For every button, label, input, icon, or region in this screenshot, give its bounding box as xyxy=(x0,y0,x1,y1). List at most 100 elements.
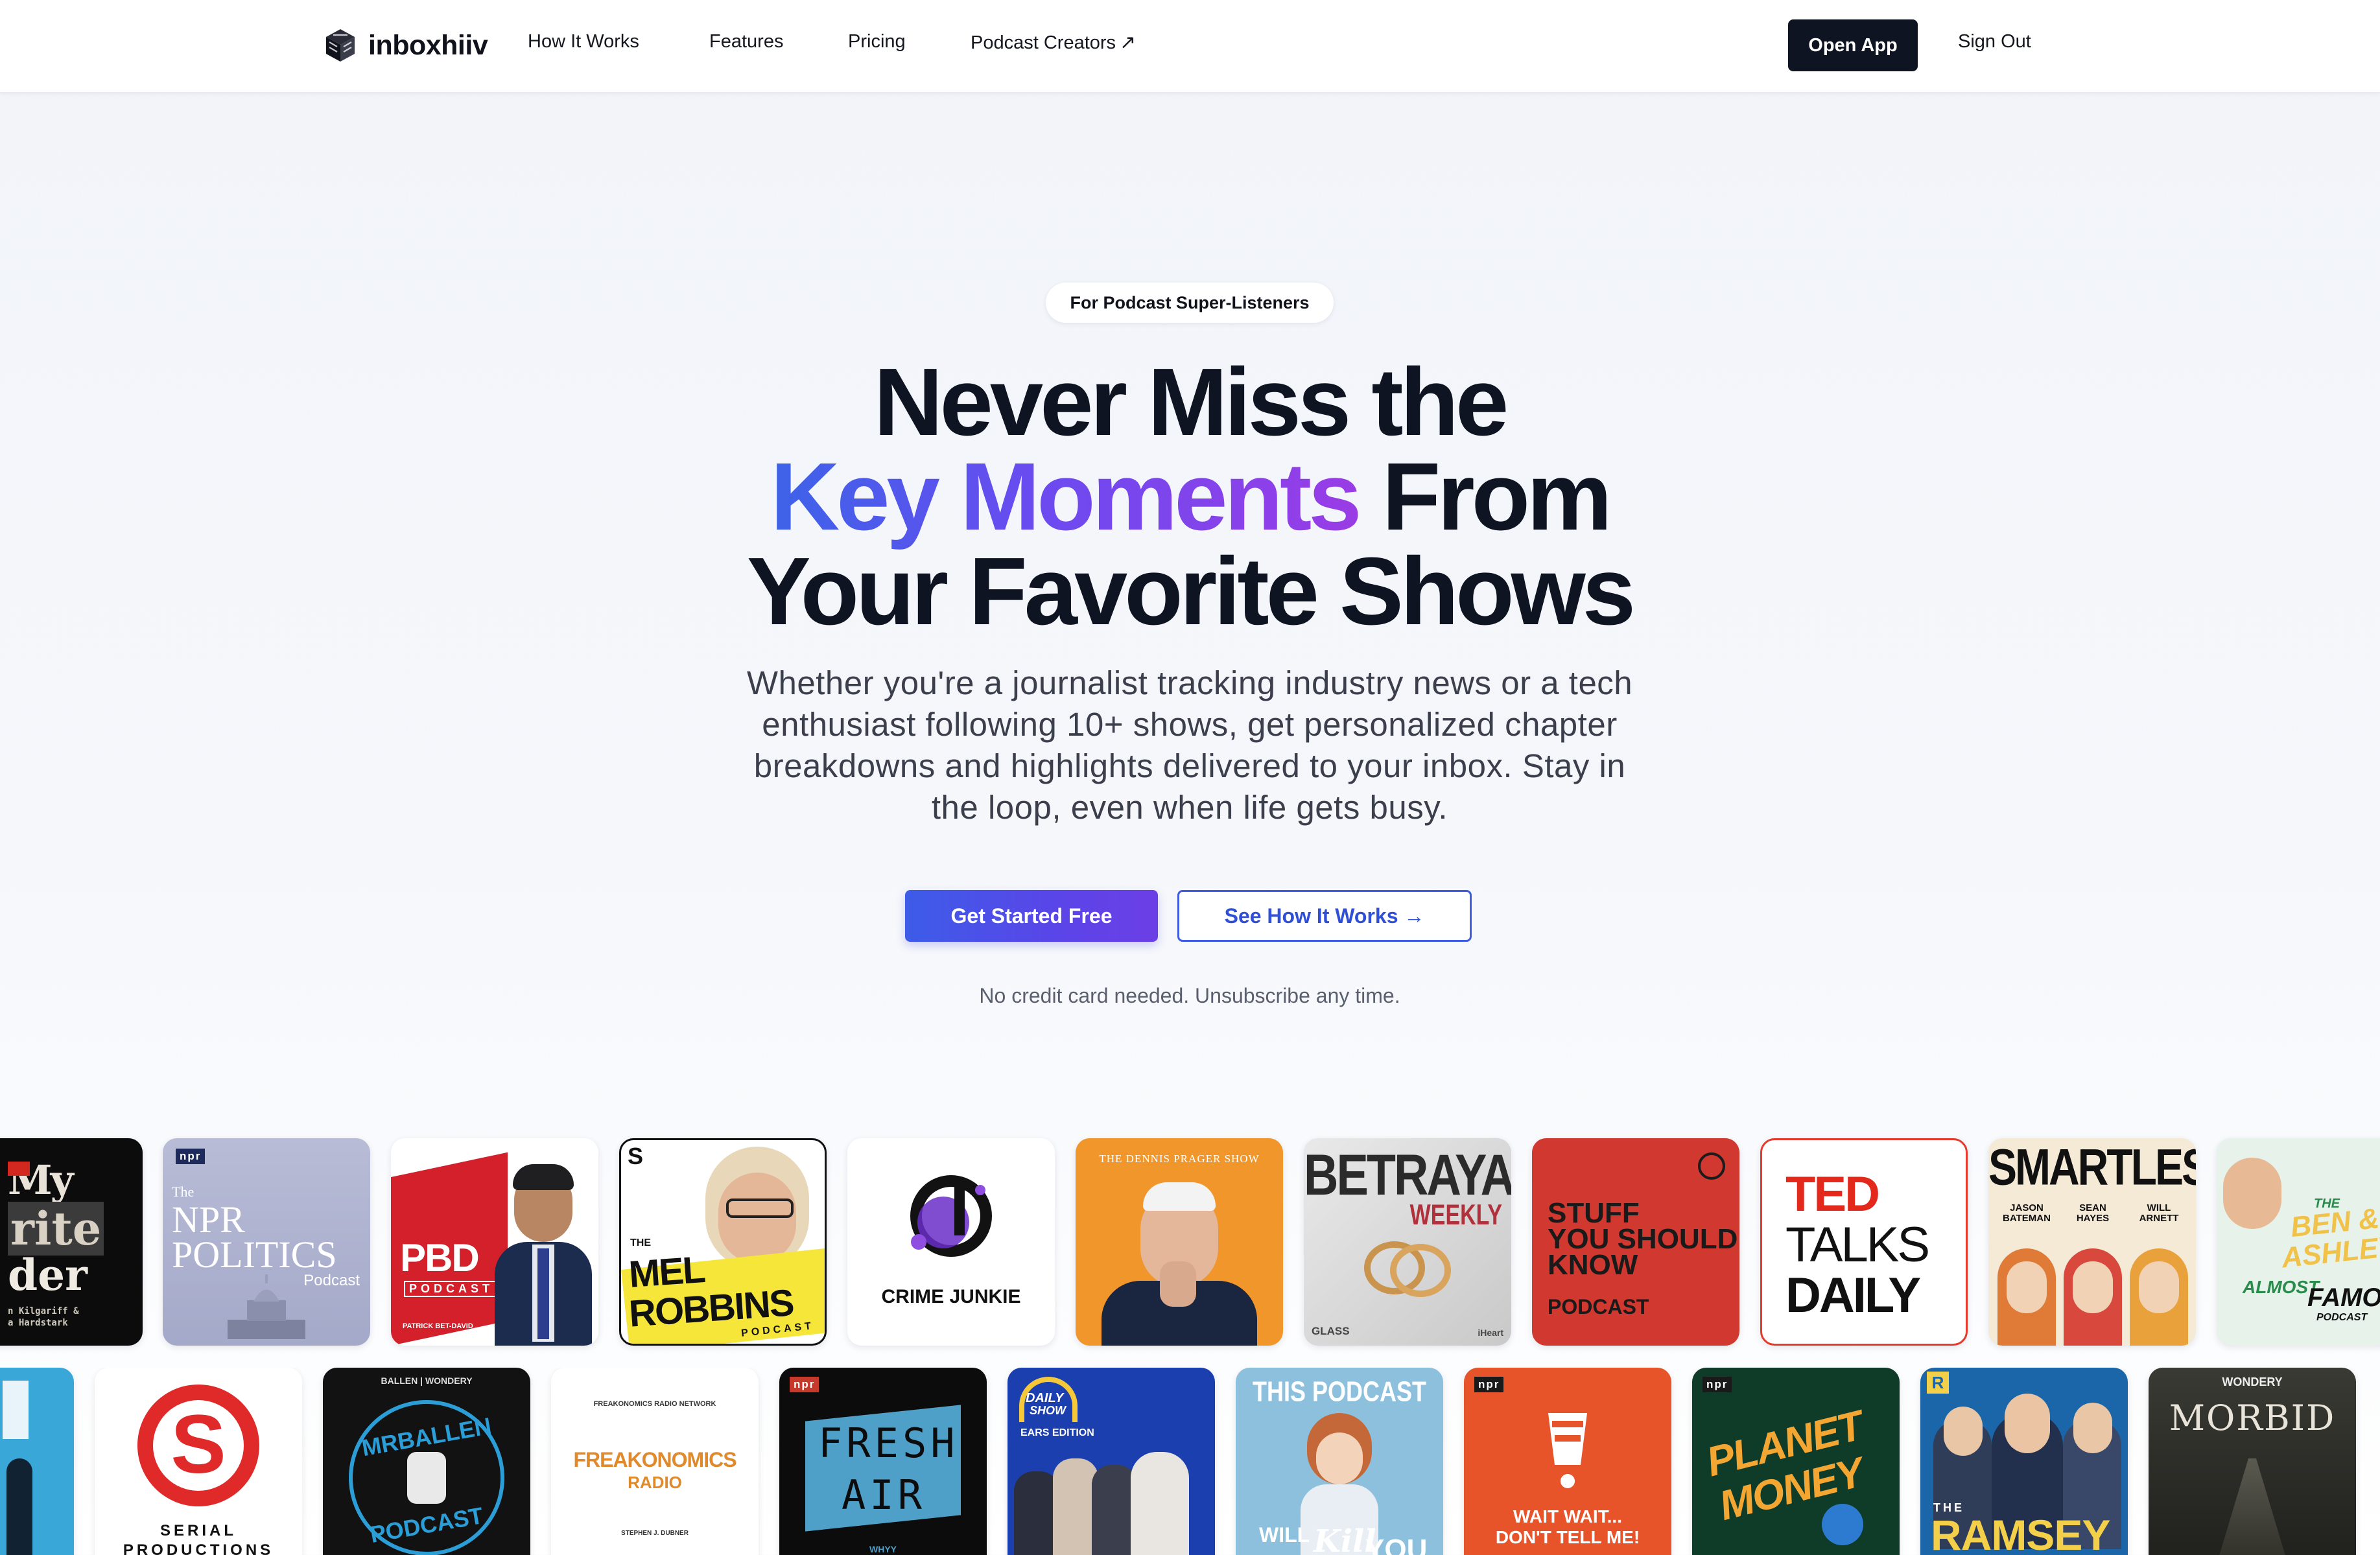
headline-line-1: Never Miss the xyxy=(873,349,1509,456)
podcast-art-smartless-host2: SEAN HAYES xyxy=(2076,1202,2110,1224)
podcast-tile-this-podcast-will-kill-you[interactable]: THIS PODCAST WILL Kill YOU xyxy=(1236,1368,1443,1555)
cup-icon xyxy=(1548,1413,1587,1488)
npr-badge: npr xyxy=(1474,1377,1504,1392)
podcast-art-pbd-sub: PODCAST xyxy=(404,1281,499,1297)
podcast-tile-my-favorite-murder[interactable]: My rite der n Kilgariff & a Hardstark xyxy=(0,1138,143,1346)
podcast-art-ted-line2: TALKS xyxy=(1785,1217,1930,1272)
podcast-art-betrayal-sub: WEEKLY xyxy=(1409,1199,1502,1232)
podcast-tile-ted-talks-daily[interactable]: TED TALKS DAILY xyxy=(1760,1138,1968,1346)
podcast-art-mfm-line3: der xyxy=(8,1250,88,1300)
podcast-art-morbid-top: WONDERY xyxy=(2222,1375,2283,1388)
crime-junkie-logo-icon xyxy=(910,1175,992,1257)
podcast-art-freak-host: STEPHEN J. DUBNER xyxy=(621,1530,689,1537)
partial-art-shape xyxy=(3,1381,29,1439)
see-how-it-works-button[interactable]: See How It Works → xyxy=(1177,890,1472,942)
podcast-tile-npr-politics[interactable]: npr The NPR POLITICS Podcast xyxy=(163,1138,370,1346)
external-link-icon: ↗ xyxy=(1120,32,1137,53)
podcast-carousel-row-2: S SERIAL PRODUCTIONS BALLEN | WONDERY MR… xyxy=(0,1368,2380,1555)
podcast-art-mfm-hosts: n Kilgariff & a Hardstark xyxy=(8,1306,79,1328)
podcast-art-freshair-line1: FRESH xyxy=(818,1420,959,1467)
podcast-art-daily-line2: SHOW xyxy=(1030,1404,1066,1417)
podcast-tile-fresh-air[interactable]: npr FRESH AIR WHYY xyxy=(779,1368,987,1555)
podcast-tile-planet-money[interactable]: npr PLANET MONEY xyxy=(1692,1368,1900,1555)
podcast-art-smartless-title: SMARTLESS xyxy=(1988,1138,2196,1196)
podcast-art-daily-sub: EARS EDITION xyxy=(1020,1427,1094,1438)
get-started-button[interactable]: Get Started Free xyxy=(905,890,1158,942)
podcast-tile-ramsey[interactable]: R THE RAMSEY xyxy=(1920,1368,2128,1555)
podcast-tile-pbd-podcast[interactable]: PBD PODCAST PATRICK BET-DAVID xyxy=(391,1138,598,1346)
podcast-art-mrballen-top: BALLEN | WONDERY xyxy=(381,1375,473,1386)
headline-line-2-rest: From xyxy=(1358,443,1612,550)
podcast-tile-crime-junkie[interactable]: CRIME JUNKIE xyxy=(847,1138,1055,1346)
podcast-art-tpwky-line4: YOU xyxy=(1365,1534,1428,1555)
podcast-art-pbd-host: PATRICK BET-DAVID xyxy=(403,1322,473,1330)
podcast-art-ba-line5: PODCAST xyxy=(2316,1312,2368,1323)
podcast-art-ted-line3: DAILY xyxy=(1785,1268,1921,1323)
podcast-tile-smartless[interactable]: SMARTLESS JASON BATEMAN SEAN HAYES WILL … xyxy=(1988,1138,2196,1346)
accent-mark xyxy=(8,1162,30,1176)
nav-link-features[interactable]: Features xyxy=(709,31,783,53)
podcast-art-waitwait-line2: DON'T TELL ME! xyxy=(1495,1527,1640,1547)
podcast-art-betrayal-iheart: iHeart xyxy=(1478,1327,1503,1338)
top-navigation-bar: inboxhiiv How It Works Features Pricing … xyxy=(0,0,2380,93)
podcast-art-sysk-line1: STUFF xyxy=(1548,1197,1640,1229)
capitol-building-icon xyxy=(228,1274,305,1339)
podcast-carousel-row-1: My rite der n Kilgariff & a Hardstark np… xyxy=(0,1138,2380,1347)
podcast-art-waitwait-line1: WAIT WAIT... xyxy=(1513,1506,1622,1526)
hero-headline: Never Miss the Key Moments From Your Fav… xyxy=(606,355,1773,640)
podcast-tile-stuff-you-should-know[interactable]: STUFF YOU SHOULD KNOW PODCAST xyxy=(1532,1138,1739,1346)
podcast-tile-mel-robbins[interactable]: S THE MEL ROBBINS PODCAST xyxy=(619,1138,827,1346)
nav-link-how-it-works[interactable]: How It Works xyxy=(528,31,639,53)
podcast-art-betrayal-glass: GLASS xyxy=(1312,1325,1350,1337)
cast-group xyxy=(1014,1445,1208,1555)
podcast-art-npr-line2: POLITICS xyxy=(172,1233,337,1276)
podcast-icon xyxy=(1698,1152,1725,1180)
podcast-art-freak-sub: RADIO xyxy=(628,1473,682,1492)
no-credit-card-note: No credit card needed. Unsubscribe any t… xyxy=(979,984,1400,1007)
podcast-art-freshair-sub: WHYY xyxy=(869,1544,897,1554)
audience-badge: For Podcast Super-Listeners xyxy=(1046,283,1334,323)
podcast-tile-wait-wait[interactable]: npr WAIT WAIT... DON'T TELL ME! xyxy=(1464,1368,1671,1555)
podcast-tile-ben-ashley[interactable]: THE BEN & ASHLEY I ALMOST FAMO PODCAST xyxy=(2217,1138,2380,1346)
podcast-art-freak-top: FREAKONOMICS RADIO NETWORK xyxy=(593,1400,716,1408)
podcast-tile-freakonomics[interactable]: FREAKONOMICS RADIO NETWORK FREAKONOMICS … xyxy=(551,1368,759,1555)
nav-link-pricing[interactable]: Pricing xyxy=(848,31,906,53)
podcast-tile-partial-left[interactable] xyxy=(0,1368,74,1555)
open-app-button[interactable]: Open App xyxy=(1788,19,1918,71)
brand-name: inboxhiiv xyxy=(368,29,488,61)
podcast-art-ba-line4: FAMO xyxy=(2307,1283,2380,1312)
podcast-art-sysk-line4: PODCAST xyxy=(1548,1295,1649,1318)
partial-art-shape xyxy=(6,1458,32,1555)
podcast-art-smartless-host3: WILL ARNETT xyxy=(2139,1202,2179,1224)
podcast-art-mel-the: THE xyxy=(630,1237,651,1248)
podcast-tile-morbid[interactable]: WONDERY MORBID xyxy=(2149,1368,2356,1555)
podcast-art-serial-line1: SERIAL xyxy=(159,1522,237,1539)
npr-badge: npr xyxy=(1703,1377,1732,1392)
podcast-art-freshair-line2: AIR xyxy=(842,1471,926,1519)
podcast-art-pbd-title: PBD xyxy=(400,1236,480,1280)
brand-logo[interactable]: inboxhiiv xyxy=(324,25,488,66)
headline-line-3: Your Favorite Shows xyxy=(746,538,1636,645)
podcast-tile-daily-show[interactable]: DAILY SHOW EARS EDITION xyxy=(1007,1368,1215,1555)
hero-subcopy: Whether you're a journalist tracking ind… xyxy=(746,664,1633,826)
host-portrait xyxy=(1089,1177,1270,1346)
host-face xyxy=(2223,1158,2281,1229)
sign-out-button[interactable]: Sign Out xyxy=(1958,31,2031,53)
cube-logo-icon xyxy=(326,29,355,62)
nav-link-podcast-creators[interactable]: Podcast Creators ↗ xyxy=(971,31,1136,54)
podcast-art-mfm-line2: rite xyxy=(8,1202,104,1256)
thumbs-up-icon xyxy=(407,1452,446,1504)
podcast-tile-betrayal-weekly[interactable]: BETRAYAL WEEKLY GLASS iHeart xyxy=(1304,1138,1511,1346)
npr-badge: npr xyxy=(790,1377,819,1392)
podcast-tile-serial[interactable]: S SERIAL PRODUCTIONS xyxy=(95,1368,302,1555)
headline-gradient-text: Key Moments xyxy=(770,443,1361,550)
podcast-art-serial-letter: S xyxy=(171,1398,226,1491)
podcast-tile-mrballen[interactable]: BALLEN | WONDERY MRBALLEN PODCAST xyxy=(323,1368,530,1555)
podcast-art-ramsey-title: RAMSEY xyxy=(1931,1511,2110,1555)
host-faces xyxy=(1988,1235,2196,1346)
podcast-art-sysk-line2: YOU SHOULD xyxy=(1548,1223,1738,1255)
podcast-tile-dennis-prager[interactable]: THE DENNIS PRAGER SHOW xyxy=(1076,1138,1283,1346)
podcast-art-tpwky-line2: WILL xyxy=(1259,1523,1310,1547)
podcast-art-ted-line1: TED xyxy=(1785,1167,1880,1222)
globe-icon xyxy=(1822,1504,1863,1545)
